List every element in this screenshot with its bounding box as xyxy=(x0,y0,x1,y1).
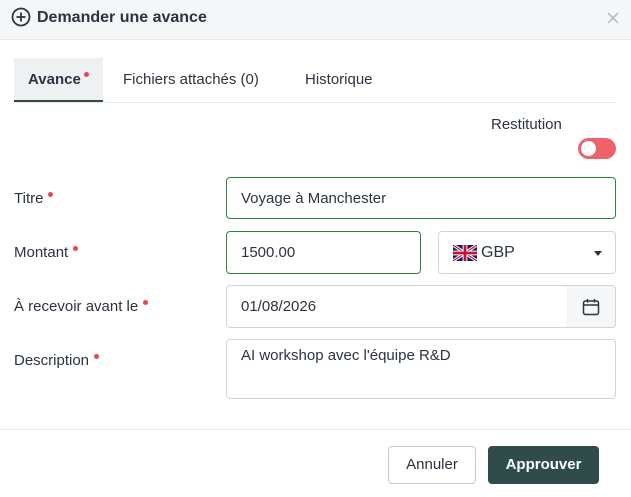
plus-circle-icon xyxy=(11,7,31,27)
due-date-input[interactable] xyxy=(226,285,567,328)
restitution-label: Restitution xyxy=(491,116,562,133)
close-icon[interactable] xyxy=(605,10,621,26)
chevron-down-icon xyxy=(594,251,602,256)
required-dot xyxy=(143,300,149,305)
amount-label: Montant xyxy=(14,244,79,262)
tab-avance-label: Avance xyxy=(28,71,81,88)
toggle-knob xyxy=(581,141,596,156)
due-date-label: À recevoir avant le xyxy=(14,298,149,316)
approve-button[interactable]: Approuver xyxy=(488,446,599,484)
calendar-button[interactable] xyxy=(566,285,616,328)
cancel-button[interactable]: Annuler xyxy=(388,446,476,484)
title-label-text: Titre xyxy=(14,190,44,207)
description-label: Description xyxy=(14,352,100,370)
currency-value: GBP xyxy=(481,244,515,261)
currency-select[interactable]: GBP xyxy=(438,231,616,274)
required-dot xyxy=(83,72,89,77)
description-label-text: Description xyxy=(14,352,90,369)
amount-label-text: Montant xyxy=(14,244,69,261)
title-label: Titre xyxy=(14,190,54,208)
restitution-toggle[interactable] xyxy=(578,138,616,159)
required-dot xyxy=(94,354,100,359)
description-textarea[interactable]: AI workshop avec l'équipe R&D xyxy=(226,339,616,399)
tab-fichiers-attaches[interactable]: Fichiers attachés (0) xyxy=(123,58,259,102)
title-input[interactable] xyxy=(226,177,616,219)
required-dot xyxy=(48,192,54,197)
tab-avance[interactable]: Avance xyxy=(14,58,103,102)
amount-input[interactable] xyxy=(226,231,421,274)
dialog-title: Demander une avance xyxy=(37,9,207,26)
due-date-label-text: À recevoir avant le xyxy=(14,298,139,315)
calendar-icon xyxy=(582,299,600,316)
uk-flag-icon xyxy=(453,245,477,261)
tab-historique[interactable]: Historique xyxy=(305,58,373,102)
footer-divider xyxy=(0,429,631,430)
required-dot xyxy=(73,246,79,251)
dialog-header: Demander une avance xyxy=(0,0,631,40)
tab-bar: Avance Fichiers attachés (0) Historique xyxy=(14,58,616,103)
